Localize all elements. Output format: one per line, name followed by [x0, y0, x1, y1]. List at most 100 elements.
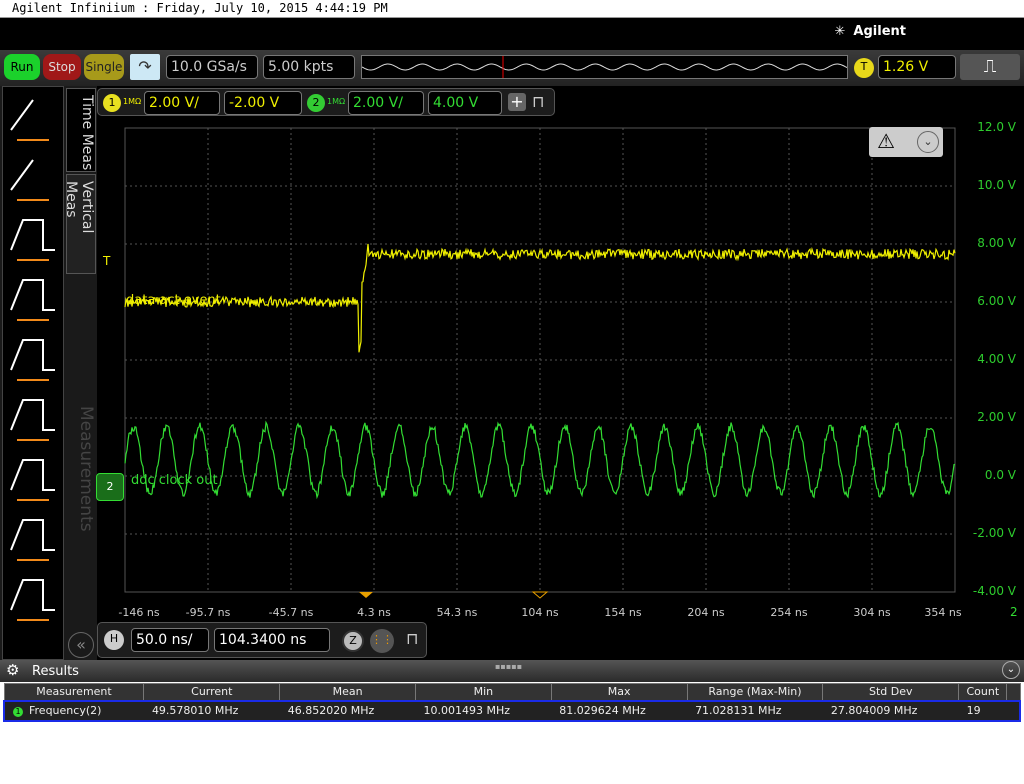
measurement-icon	[10, 579, 55, 611]
y-tick-label: 6.00 V	[977, 294, 1016, 308]
ch2-scale[interactable]: 2.00 V/	[348, 91, 424, 115]
results-table: Measurement Current Mean Min Max Range (Max-M…	[3, 683, 1022, 722]
warning-icon[interactable]: ⚠	[877, 129, 895, 153]
trigger-mode-icon[interactable]: ⎍	[960, 54, 1020, 80]
y-tick-label: 12.0 V	[977, 120, 1016, 134]
x-tick-label: -45.7 ns	[268, 606, 314, 619]
ch2-ground-marker[interactable]: 2	[96, 473, 124, 501]
x-tick-label: 4.3 ns	[357, 606, 391, 619]
measurement-icon	[10, 159, 34, 191]
cell: 27.804009 MHz	[822, 699, 959, 722]
x-axis-channel: 2	[1010, 605, 1018, 619]
timebase-reference-marker	[531, 591, 549, 599]
trigger-marker: T	[103, 254, 111, 268]
trigger-icon[interactable]: T	[854, 58, 874, 78]
gear-icon[interactable]: ⚙	[6, 661, 19, 679]
cell: 71.028131 MHz	[687, 699, 823, 722]
y-tick-label: -4.00 V	[972, 584, 1016, 598]
x-tick-label: 254 ns	[770, 606, 808, 619]
cell: 49.578010 MHz	[143, 699, 280, 722]
add-channel-button[interactable]: +	[508, 93, 526, 111]
ch2-impedance: 1MΩ	[327, 97, 346, 106]
measurement-icon	[10, 519, 55, 551]
cell: 19	[958, 699, 1007, 722]
trigger-level[interactable]: 1.26 V	[878, 55, 956, 79]
ch1-label: data act event	[126, 293, 221, 308]
y-tick-label: 10.0 V	[977, 178, 1016, 192]
zoom-button[interactable]: Z	[342, 630, 364, 652]
results-title: Results	[32, 664, 79, 679]
sample-rate[interactable]: 10.0 GSa/s	[166, 55, 258, 79]
x-tick-label: -95.7 ns	[185, 606, 231, 619]
column-header[interactable]: Current	[143, 683, 281, 701]
pin-icon[interactable]: ⊓	[406, 629, 418, 648]
x-tick-label: 54.3 ns	[436, 606, 478, 619]
single-button[interactable]: Single	[84, 54, 124, 80]
warning-panel[interactable]: ⚠ ⌄	[869, 127, 943, 157]
y-tick-label: 2.00 V	[977, 410, 1016, 424]
x-tick-label: 354 ns	[924, 606, 962, 619]
y-tick-label: 8.00 V	[977, 236, 1016, 250]
cell: 10.001493 MHz	[415, 699, 552, 722]
trigger-position-marker	[359, 592, 373, 598]
expand-icon[interactable]: ⌄	[917, 131, 939, 153]
measurement-icon	[10, 399, 55, 431]
x-tick-label: -146 ns	[118, 606, 160, 619]
title-bar: Agilent Infiniium : Friday, July 10, 201…	[0, 0, 1024, 18]
stop-button[interactable]: Stop	[43, 54, 81, 80]
cell: Frequency(2)	[29, 704, 102, 717]
horizontal-icon[interactable]: H	[104, 630, 124, 650]
ch1-offset[interactable]: -2.00 V	[224, 91, 302, 115]
waveform-overview[interactable]	[361, 55, 848, 79]
channel-2-icon[interactable]: 2	[307, 94, 325, 112]
table-row[interactable]: 1 Frequency(2) 49.578010 MHz 46.852020 MHz 1…	[3, 699, 1022, 722]
time-scale[interactable]: 50.0 ns/	[131, 628, 209, 652]
ch2-label: ddc clock out	[131, 473, 218, 488]
tab-time-meas[interactable]: Time Meas	[66, 88, 96, 172]
column-header[interactable]: Std Dev	[822, 683, 960, 701]
measurement-icon	[10, 219, 55, 251]
y-tick-label: 0.0 V	[984, 468, 1016, 482]
resize-handle[interactable]: ▪▪▪▪▪	[495, 662, 522, 671]
measurement-icon	[10, 99, 34, 131]
column-header[interactable]: Min	[415, 683, 552, 701]
y-tick-label: -2.00 V	[972, 526, 1016, 540]
cell: 81.029624 MHz	[551, 699, 688, 722]
auto-scale-icon[interactable]: ↷	[130, 54, 160, 80]
results-header: ⚙ Results ▪▪▪▪▪ ⌄	[0, 660, 1024, 682]
measurement-icons	[2, 86, 64, 660]
channel-1-icon[interactable]: 1	[103, 94, 121, 112]
measurement-icon	[10, 459, 55, 491]
memory-depth[interactable]: 5.00 kpts	[263, 55, 355, 79]
cell: 46.852020 MHz	[279, 699, 416, 722]
measurement-icon	[10, 279, 55, 311]
measurements-label: Measurements	[76, 406, 96, 532]
column-header[interactable]: Mean	[279, 683, 416, 701]
pin-icon[interactable]: ⊓	[532, 92, 544, 111]
channel-bar: 1 1MΩ 2.00 V/ -2.00 V 2 1MΩ 2.00 V/ 4.00…	[97, 88, 555, 116]
measurement-icon	[10, 339, 55, 371]
ch1-scale[interactable]: 2.00 V/	[144, 91, 220, 115]
x-tick-label: 154 ns	[604, 606, 642, 619]
y-tick-label: 4.00 V	[977, 352, 1016, 366]
column-header[interactable]: Range (Max-Min)	[686, 683, 824, 701]
x-tick-label: 104 ns	[521, 606, 559, 619]
column-header[interactable]: Count	[958, 683, 1008, 701]
measurement-marker-icon: 1	[13, 707, 23, 717]
run-button[interactable]: Run	[4, 54, 40, 80]
column-header[interactable]: Measurement	[3, 683, 145, 701]
time-position[interactable]: 104.3400 ns	[214, 628, 330, 652]
collapse-results-icon[interactable]: ⌄	[1002, 661, 1020, 679]
ch2-offset[interactable]: 4.00 V	[428, 91, 502, 115]
agilent-logo: ✳ Agilent	[834, 24, 906, 39]
horizontal-bar: H 50.0 ns/ 104.3400 ns Z ⋮⋮ ⊓	[97, 622, 427, 658]
ch1-impedance: 1MΩ	[123, 97, 142, 106]
column-header[interactable]: Max	[550, 683, 688, 701]
waveform-display[interactable]	[97, 120, 1024, 600]
tab-vertical-meas[interactable]: Vertical Meas	[63, 174, 96, 274]
x-tick-label: 204 ns	[687, 606, 725, 619]
x-tick-label: 304 ns	[853, 606, 891, 619]
toolbar: Run Stop Single ↷ 10.0 GSa/s 5.00 kpts T…	[0, 50, 1024, 86]
gate-icon[interactable]: ⋮⋮	[370, 629, 394, 653]
collapse-icon[interactable]: «	[68, 632, 94, 658]
